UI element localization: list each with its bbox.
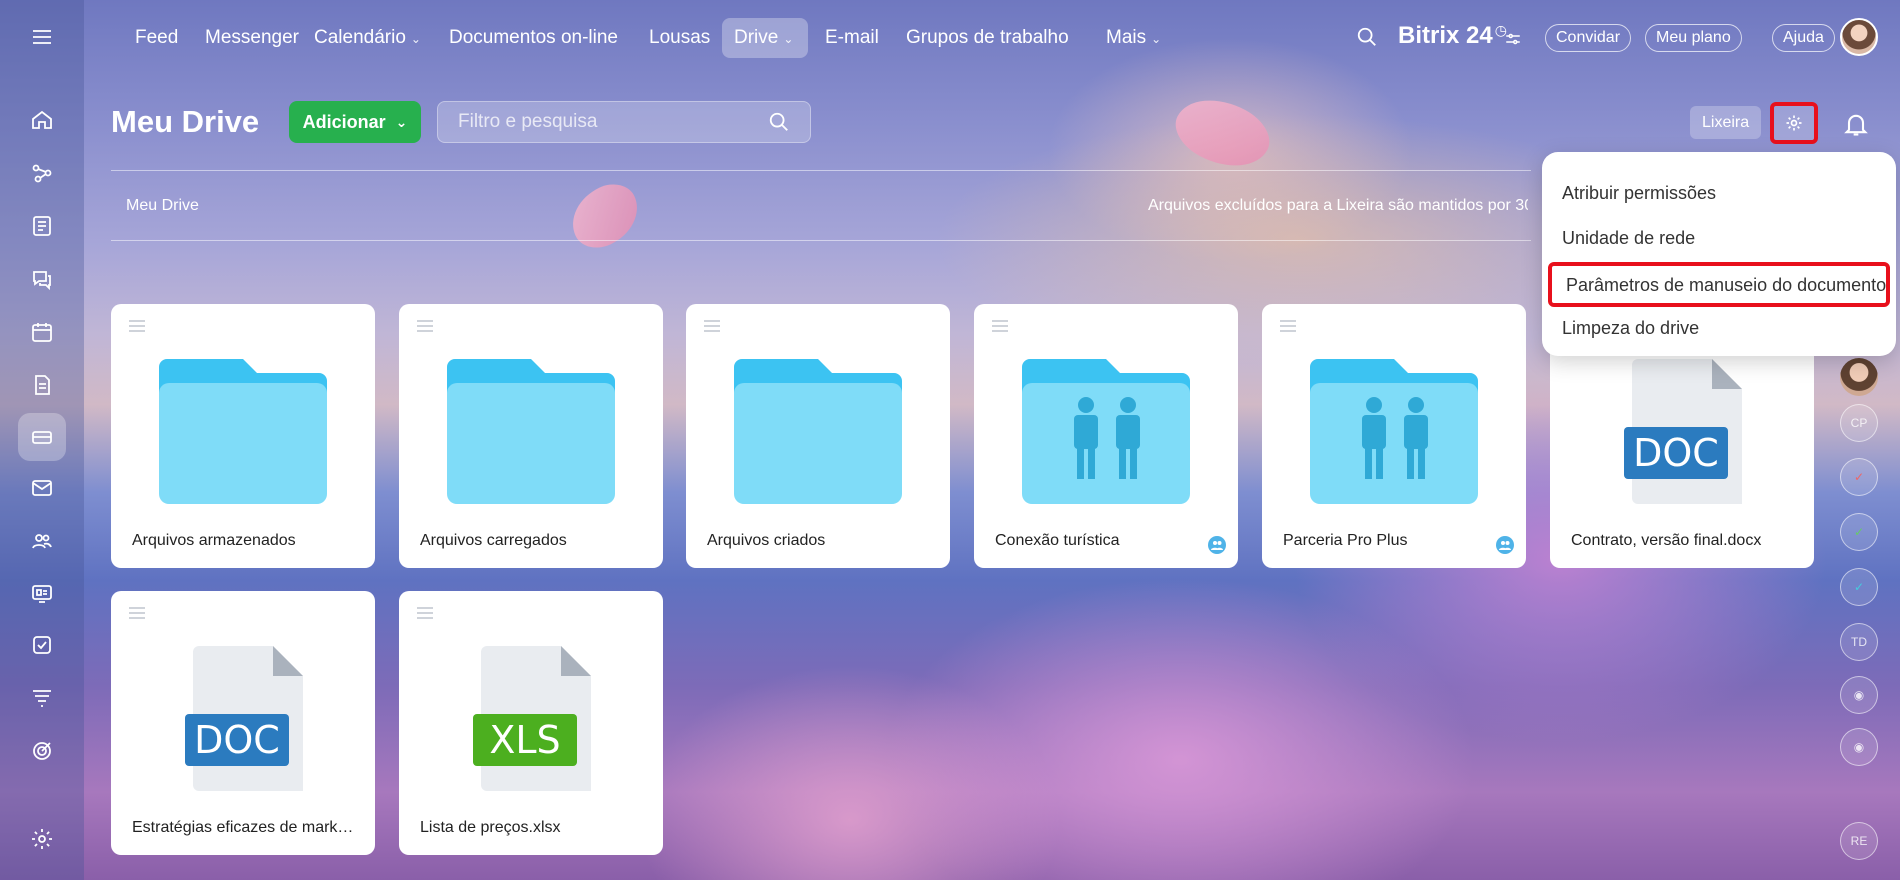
calendar-icon[interactable] <box>20 310 64 354</box>
file-card[interactable]: Conexão turística <box>974 304 1238 568</box>
my-plan-button[interactable]: Meu plano <box>1645 24 1742 52</box>
nav-item-email[interactable]: E-mail <box>813 18 891 58</box>
decorative-petal <box>561 175 649 257</box>
search-field[interactable] <box>437 101 811 143</box>
add-button-label: Adicionar <box>302 111 386 132</box>
group-icon[interactable]: ◉ <box>1840 676 1878 714</box>
drag-handle-icon[interactable] <box>417 607 433 622</box>
file-name: Contrato, versão final.docx <box>1571 532 1762 549</box>
trash-button[interactable]: Lixeira <box>1690 106 1762 139</box>
decorative-petal <box>1166 83 1279 183</box>
folder-icon <box>447 359 615 504</box>
file-name: Parceria Pro Plus <box>1283 532 1408 549</box>
file-card[interactable]: Arquivos carregados <box>399 304 663 568</box>
chevron-down-icon: ⌄ <box>1151 32 1162 46</box>
add-button[interactable]: Adicionar ⌄ <box>289 101 421 143</box>
hamburger-icon[interactable] <box>20 15 64 59</box>
drag-handle-icon[interactable] <box>992 320 1008 335</box>
breadcrumb[interactable]: Meu Drive <box>126 197 199 215</box>
nav-item-messenger[interactable]: Messenger <box>193 18 311 58</box>
task-icon[interactable]: ✓ <box>1840 568 1878 606</box>
bell-icon[interactable] <box>1842 110 1874 142</box>
shared-users-icon <box>1496 536 1514 554</box>
divider <box>111 170 1531 171</box>
shared-users-icon <box>1208 536 1226 554</box>
sliders-icon[interactable] <box>1504 30 1522 48</box>
file-card[interactable]: Arquivos criados <box>686 304 950 568</box>
shared-folder-icon <box>1022 359 1190 504</box>
tasks-icon[interactable] <box>20 623 64 667</box>
menu-item-network-drive[interactable]: Unidade de rede <box>1542 217 1896 262</box>
trash-retention-note: Arquivos excluídos para a Lixeira são ma… <box>1148 197 1528 214</box>
file-name: Arquivos criados <box>707 532 826 549</box>
mail-icon[interactable] <box>20 466 64 510</box>
feed-icon[interactable] <box>20 204 64 248</box>
file-type-badge: DOC <box>1633 431 1719 475</box>
shared-folder-icon <box>1310 359 1478 504</box>
group-icon[interactable]: ◉ <box>1840 728 1878 766</box>
drag-handle-icon[interactable] <box>417 320 433 335</box>
sites-icon[interactable] <box>20 572 64 616</box>
gear-icon[interactable] <box>1770 102 1818 144</box>
file-card[interactable]: XLS Lista de preços.xlsx <box>399 591 663 855</box>
nav-item-online-documents[interactable]: Documentos on-line <box>437 18 630 58</box>
document-icon[interactable] <box>20 363 64 407</box>
help-button[interactable]: Ajuda <box>1772 24 1835 52</box>
left-sidebar <box>0 0 84 880</box>
contacts-icon[interactable] <box>20 519 64 563</box>
page-title: Meu Drive <box>111 104 260 139</box>
brand-logo[interactable]: Bitrix 24 ◷ <box>1398 22 1507 50</box>
file-type-badge: DOC <box>194 718 280 762</box>
search-icon[interactable] <box>1356 26 1380 50</box>
menu-item-document-handling-settings[interactable]: Parâmetros de manuseio do documento <box>1548 262 1890 307</box>
avatar[interactable] <box>1840 18 1878 56</box>
chevron-down-icon: ⌄ <box>783 32 794 46</box>
file-name: Lista de preços.xlsx <box>420 819 561 836</box>
menu-item-assign-permissions[interactable]: Atribuir permissões <box>1542 172 1896 217</box>
file-card[interactable]: DOC Estratégias eficazes de marketin... <box>111 591 375 855</box>
folder-icon <box>734 359 902 504</box>
divider <box>111 240 1531 241</box>
funnel-icon[interactable] <box>20 676 64 720</box>
user-badge[interactable]: CP <box>1840 404 1878 442</box>
file-name: Arquivos carregados <box>420 532 567 549</box>
user-badge[interactable]: TD <box>1840 623 1878 661</box>
home-icon[interactable] <box>20 98 64 142</box>
file-type-badge: XLS <box>489 718 561 762</box>
file-name: Estratégias eficazes de marketin... <box>132 819 354 836</box>
automation-icon[interactable] <box>20 151 64 195</box>
nav-item-boards[interactable]: Lousas <box>637 18 722 58</box>
search-icon[interactable] <box>768 111 790 133</box>
menu-item-drive-cleanup[interactable]: Limpeza do drive <box>1542 307 1896 352</box>
chevron-down-icon: ⌄ <box>395 113 408 130</box>
settings-menu: Atribuir permissões Unidade de rede Parâ… <box>1542 152 1896 356</box>
file-card[interactable]: Arquivos armazenados <box>111 304 375 568</box>
task-icon[interactable]: ✓ <box>1840 458 1878 496</box>
nav-item-calendar[interactable]: Calendário ⌄ <box>302 18 433 58</box>
nav-item-workgroups[interactable]: Grupos de trabalho <box>894 18 1081 58</box>
nav-item-more[interactable]: Mais ⌄ <box>1094 18 1173 58</box>
avatar[interactable] <box>1840 358 1878 396</box>
invite-button[interactable]: Convidar <box>1545 24 1632 52</box>
drag-handle-icon[interactable] <box>1280 320 1296 335</box>
file-card[interactable]: Parceria Pro Plus <box>1262 304 1526 568</box>
file-name: Arquivos armazenados <box>132 532 296 549</box>
settings-icon[interactable] <box>20 817 64 861</box>
drag-handle-icon[interactable] <box>129 607 145 622</box>
chat-icon[interactable] <box>20 257 64 301</box>
nav-item-feed[interactable]: Feed <box>123 18 190 58</box>
drive-icon[interactable] <box>18 413 66 461</box>
chevron-down-icon: ⌄ <box>410 32 421 46</box>
search-input[interactable] <box>458 111 768 133</box>
user-badge[interactable]: RE <box>1840 822 1878 860</box>
nav-item-drive[interactable]: Drive ⌄ <box>722 18 808 58</box>
file-name: Conexão turística <box>995 532 1120 549</box>
drag-handle-icon[interactable] <box>129 320 145 335</box>
drag-handle-icon[interactable] <box>704 320 720 335</box>
goals-icon[interactable] <box>20 729 64 773</box>
folder-icon <box>159 359 327 504</box>
task-icon[interactable]: ✓ <box>1840 513 1878 551</box>
